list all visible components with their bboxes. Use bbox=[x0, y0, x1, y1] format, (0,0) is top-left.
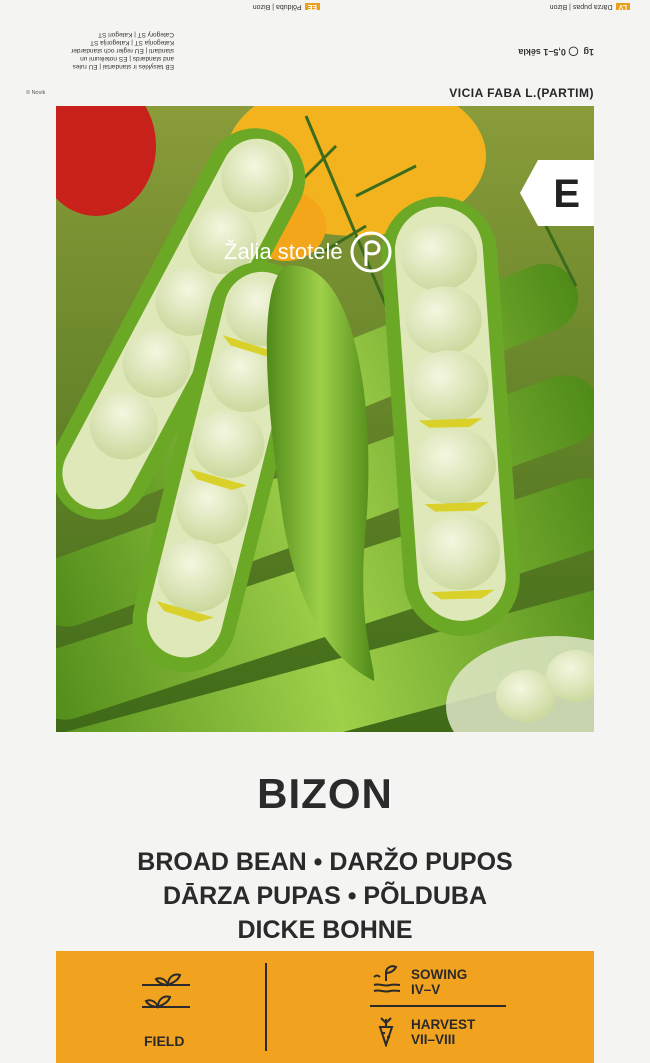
info-separator bbox=[370, 1005, 506, 1007]
flap-tag-left: LVDārza pupas | Bizon bbox=[550, 3, 630, 10]
seed-icon: ◯ bbox=[568, 47, 579, 57]
seedling-row-icon bbox=[142, 973, 190, 1009]
names-line: BROAD BEAN • DARŽO PUPOS bbox=[137, 848, 513, 876]
info-bar: FIELD SOWING IV–V HARVEST VII–VIII bbox=[56, 951, 594, 1063]
top-flap: LVDārza pupas | Bizon EEPõlduba | Bizon … bbox=[0, 0, 650, 100]
names-line: DĀRZA PUPAS • PÕLDUBA bbox=[162, 882, 488, 910]
bar-divider bbox=[265, 963, 267, 1051]
names-line: DICKE BOHNE bbox=[237, 916, 413, 944]
field-label: FIELD bbox=[144, 1033, 185, 1049]
sowing-block: SOWING IV–V bbox=[411, 967, 468, 997]
brand: Žalia stotelė bbox=[224, 230, 393, 274]
broad-bean-illustration bbox=[56, 106, 594, 732]
flap-tag-right: EEPõlduba | Bizon bbox=[253, 3, 320, 10]
variety-title: BIZON bbox=[257, 770, 393, 817]
harvest-block: HARVEST VII–VIII bbox=[411, 1017, 476, 1047]
category-letter: E bbox=[553, 172, 580, 216]
flap-weight: 1g ◯ 0,5–1 sēkla bbox=[518, 47, 594, 57]
carrot-icon bbox=[378, 1017, 394, 1047]
common-names: BROAD BEAN • DARŽO PUPOS DĀRZA PUPAS • P… bbox=[0, 845, 650, 947]
brand-name: Žalia stotelė bbox=[224, 239, 343, 264]
flap-legal-text: EB taisyklės ir standartai | EU rules an… bbox=[71, 31, 174, 70]
sprout-soil-icon bbox=[373, 965, 401, 993]
logo-circle-icon bbox=[350, 231, 392, 273]
latin-name: VICIA FABA L.(PARTIM) bbox=[449, 86, 594, 100]
copyright: © Novik bbox=[26, 90, 46, 96]
product-photo: Žalia stotelė E bbox=[56, 106, 594, 732]
